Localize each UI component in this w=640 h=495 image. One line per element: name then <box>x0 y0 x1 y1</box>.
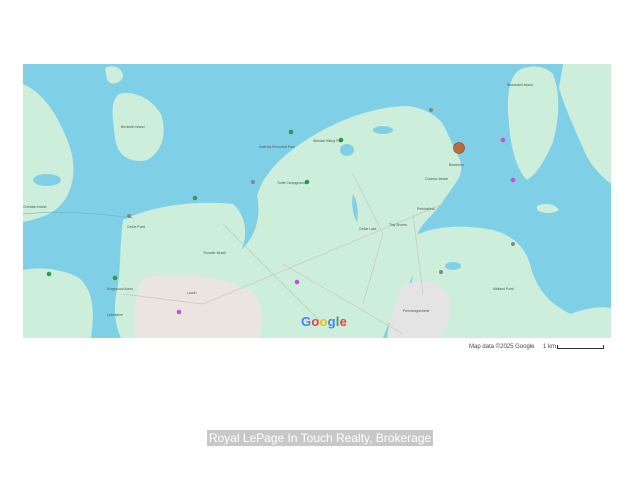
label-cedar-point: Cedar Point <box>127 225 145 229</box>
label-cedar-lake: Cedar Lake <box>359 227 377 231</box>
poi-pin[interactable] <box>429 108 433 112</box>
watermark: Royal LePage In Touch Realty, Brokerage <box>0 430 640 446</box>
google-logo-letter: G <box>301 314 312 329</box>
label-awenda-park: Awenda Provincial Park <box>259 145 295 149</box>
lake-1 <box>373 126 393 134</box>
poi-pin[interactable] <box>439 270 443 274</box>
label-midland-point: Midland Point <box>493 287 514 291</box>
location-dot-icon[interactable] <box>453 142 465 154</box>
lake-2 <box>340 144 354 156</box>
google-logo-letter: e <box>339 314 348 329</box>
label-kingswood-acres: Kingswood Acres <box>107 287 133 291</box>
place-pin[interactable] <box>500 137 506 143</box>
google-logo: Google <box>301 314 347 329</box>
google-logo-letter: o <box>311 314 320 329</box>
scale-bar[interactable] <box>557 345 604 349</box>
label-laurin: Laurin <box>187 291 197 295</box>
label-coutnac-beach: Coutnac Beach <box>425 177 448 181</box>
label-beausoleil-island: Beausoleil Island <box>507 83 533 87</box>
label-perkinsfield: Perkinsfield <box>417 207 435 211</box>
label-turtle-campground: Turtle Campground <box>277 181 306 185</box>
poi-pin[interactable] <box>251 180 255 184</box>
label-bearberry: Bearberry <box>449 163 464 167</box>
park-pin[interactable] <box>192 195 198 201</box>
label-thunder-beach: Thunder Beach <box>203 251 226 255</box>
label-tiny-shores: Tiny Shores <box>389 223 407 227</box>
place-pin[interactable] <box>294 279 300 285</box>
lake-3 <box>445 262 461 270</box>
google-logo-letter: g <box>327 314 336 329</box>
poi-pin[interactable] <box>511 242 515 246</box>
poi-pin[interactable] <box>127 214 131 218</box>
label-beckwith-island: Beckwith Island <box>121 125 145 129</box>
map-canvas[interactable]: Beckwith Island Christian Island Cedar P… <box>23 64 611 338</box>
place-pin[interactable] <box>510 177 516 183</box>
park-pin[interactable] <box>288 129 294 135</box>
label-lafontaine: Lafontaine <box>107 313 123 317</box>
map-view[interactable]: Beckwith Island Christian Island Cedar P… <box>23 64 611 338</box>
park-pin[interactable] <box>112 275 118 281</box>
google-logo-letter: o <box>319 314 328 329</box>
park-pin[interactable] <box>46 271 52 277</box>
scale-label: 1 km <box>543 344 557 350</box>
place-pin[interactable] <box>176 309 182 315</box>
label-wendat-hiking: Wendat Hiking Trail <box>313 139 343 143</box>
label-christian-island: Christian Island <box>23 205 46 209</box>
map-attribution[interactable]: Map data ©2025 Google <box>469 344 534 350</box>
label-penetanguishene: Penetanguishene <box>403 309 430 313</box>
lake-4 <box>33 174 61 186</box>
watermark-text: Royal LePage In Touch Realty, Brokerage <box>206 430 434 446</box>
